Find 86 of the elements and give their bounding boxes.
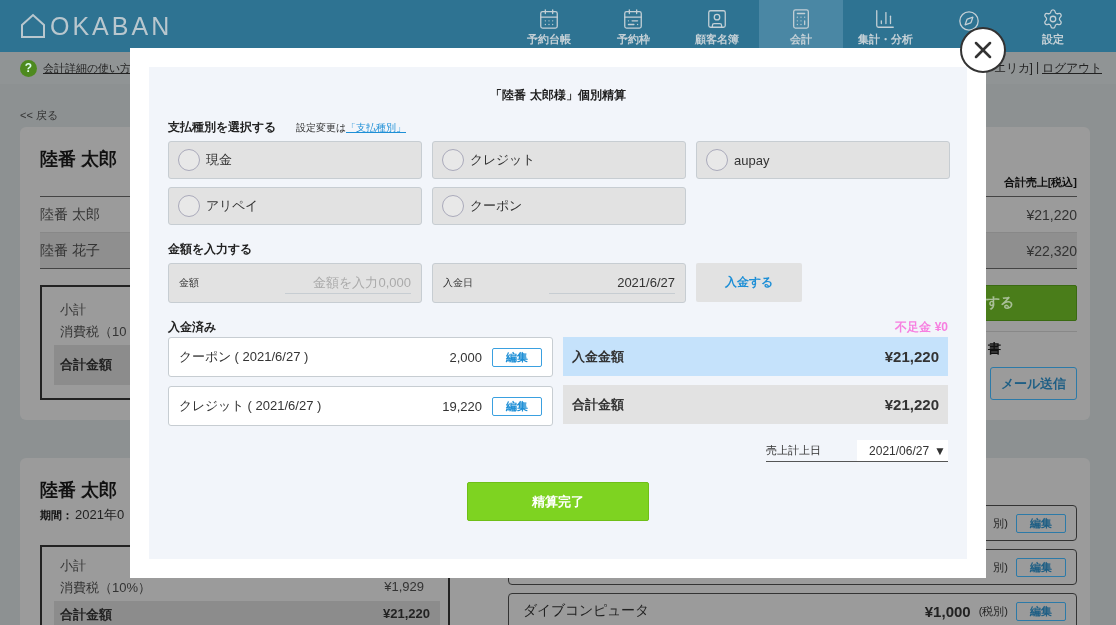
tax-note: 別)	[993, 515, 1008, 531]
help-icon: ?	[20, 59, 37, 77]
sales-date-label: 売上計上日	[766, 443, 821, 458]
summary-label: 合計金額	[572, 395, 624, 414]
payment-option[interactable]: aupay	[696, 141, 950, 179]
period-label: 期間：	[40, 508, 73, 523]
summary-label: 入金金額	[572, 347, 624, 366]
dialog-title: 「陸番 太郎様」個別精算	[489, 87, 627, 104]
logout-link[interactable]: ログアウト	[1042, 59, 1102, 77]
table-cell: ¥22,320	[1026, 242, 1077, 259]
customer-name: 陸番 太郎	[40, 479, 117, 502]
entry-amount: 19,220	[442, 398, 482, 414]
item-price: ¥1,000	[924, 602, 971, 620]
sales-date-select[interactable]: 2021/06/27 ▼	[857, 440, 948, 461]
edit-button[interactable]: 編集	[1016, 601, 1066, 621]
settings-note: 設定変更は	[296, 121, 346, 135]
table-cell: 陸番 太郎	[40, 205, 100, 224]
complete-button[interactable]: 精算完了	[467, 482, 649, 521]
customer-name: 陸番 太郎	[40, 148, 117, 171]
mail-button[interactable]: メール送信	[990, 367, 1077, 400]
payment-option[interactable]: アリペイ	[168, 187, 422, 225]
section-heading: 入金済み	[168, 318, 216, 336]
edit-button[interactable]: 編集	[1016, 557, 1066, 577]
nav-icon	[538, 8, 560, 30]
option-label: 現金	[206, 151, 232, 169]
shortage-amount: 不足金 ¥0	[895, 318, 948, 336]
section-heading: 金額を入力する	[168, 241, 252, 258]
date-field[interactable]: 入金日 2021/6/27	[432, 263, 686, 303]
radio-button[interactable]	[706, 149, 728, 171]
summary-value: ¥21,220	[884, 396, 939, 413]
option-label: アリペイ	[206, 197, 258, 215]
date-input[interactable]: 2021/6/27	[549, 272, 675, 294]
deposit-button[interactable]: 入金する	[696, 263, 802, 302]
payment-option[interactable]: クレジット	[432, 141, 686, 179]
tax-value: ¥1,929	[384, 579, 424, 596]
tax-note: (税別)	[978, 603, 1008, 619]
help-link[interactable]: 会計詳細の使い方	[43, 60, 131, 76]
nav-tab[interactable]: 予約台帳	[507, 0, 591, 52]
entry-label: クレジット ( 2021/6/27 )	[179, 397, 322, 415]
total-value: ¥21,220	[383, 606, 430, 623]
table-cell: ¥21,220	[1026, 206, 1077, 223]
nav-tab[interactable]: 顧客名簿	[675, 0, 759, 52]
edit-button[interactable]: 編集	[1016, 513, 1066, 533]
item-name: ダイブコンピュータ	[523, 602, 649, 620]
statement-label: 書	[987, 340, 1002, 358]
subtotal-label: 小計	[60, 301, 86, 319]
nav-icon	[622, 8, 644, 30]
payment-type-link[interactable]: 「支払種別」	[346, 121, 406, 135]
column-header: 合計売上[税込]	[1003, 175, 1077, 190]
nav-tab[interactable]: 集計・分析	[843, 0, 927, 52]
radio-button[interactable]	[178, 149, 200, 171]
logo-text: OKABAN	[50, 11, 173, 41]
edit-button[interactable]: 編集	[492, 347, 542, 367]
radio-button[interactable]	[178, 195, 200, 217]
nav-icon	[790, 8, 812, 30]
section-heading: 支払種別を選択する	[168, 119, 276, 136]
option-label: aupay	[734, 152, 770, 168]
nav-tab[interactable]: 設定	[1011, 0, 1095, 52]
summary-value: ¥21,220	[884, 348, 939, 365]
nav-tab[interactable]: 予約枠	[591, 0, 675, 52]
back-link[interactable]: << 戻る	[20, 109, 58, 121]
tax-label: 消費税（10	[60, 323, 127, 341]
nav-icon	[1042, 8, 1064, 30]
option-label: クーポン	[470, 197, 522, 215]
radio-button[interactable]	[442, 149, 464, 171]
nav-icon	[874, 8, 896, 30]
nav-icon	[958, 10, 980, 32]
entry-amount: 2,000	[449, 349, 482, 365]
payment-option[interactable]: クーポン	[432, 187, 686, 225]
period-value: 2021年0	[75, 506, 125, 524]
field-label: 金額	[179, 276, 199, 290]
subtotal-label: 小計	[60, 557, 86, 575]
tax-label: 消費税（10%）	[60, 579, 152, 597]
field-label: 入金日	[443, 276, 473, 290]
nav-icon	[706, 8, 728, 30]
house-icon	[20, 13, 46, 39]
payment-option[interactable]: 現金	[168, 141, 422, 179]
radio-button[interactable]	[442, 195, 464, 217]
table-cell: 陸番 花子	[40, 241, 100, 260]
total-label: 合計金額	[60, 356, 112, 374]
entry-label: クーポン ( 2021/6/27 )	[179, 348, 309, 366]
option-label: クレジット	[470, 151, 535, 169]
tax-note: 別)	[993, 559, 1008, 575]
separator: |	[1035, 59, 1039, 76]
total-label: 合計金額	[60, 606, 112, 624]
edit-button[interactable]: 編集	[492, 396, 542, 416]
